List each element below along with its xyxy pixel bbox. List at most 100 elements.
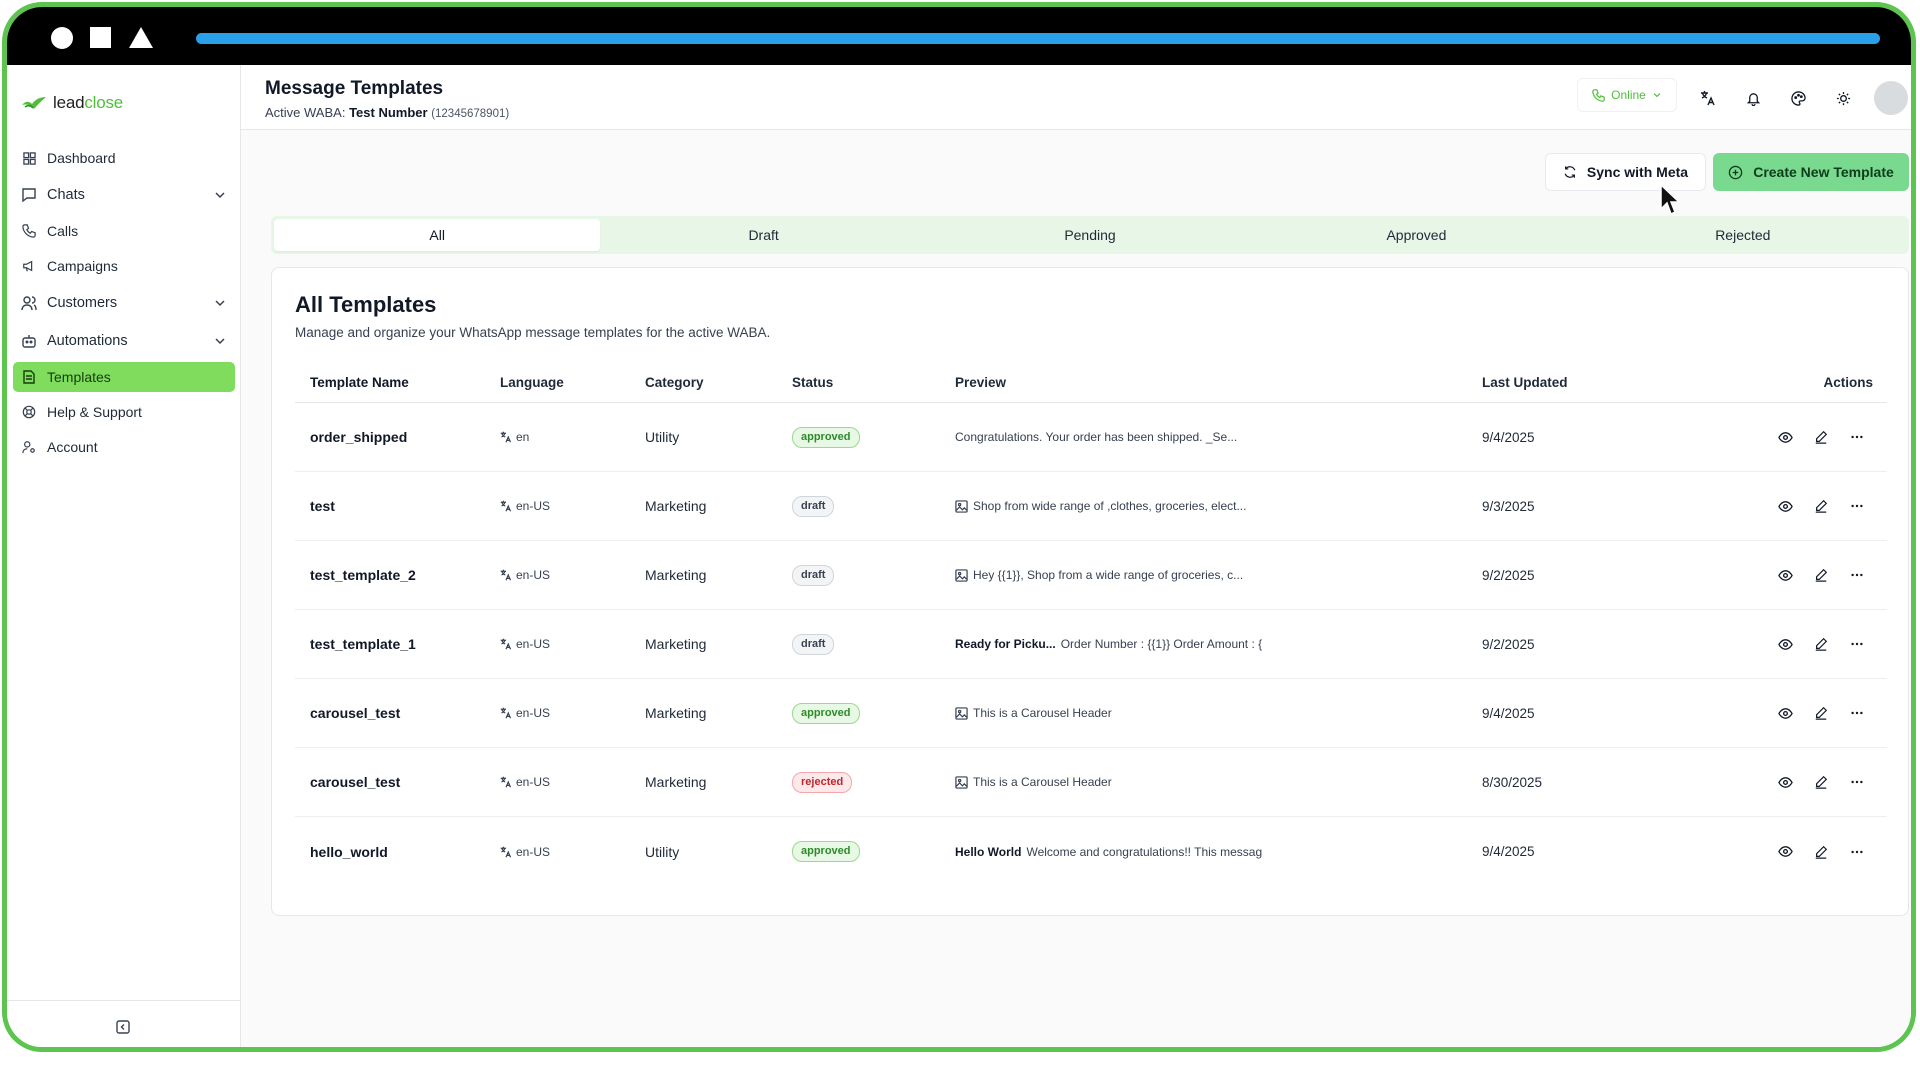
table-row[interactable]: carousel_test en-US Marketing rejected T… [295,748,1887,817]
waba-label: Active WABA: [265,105,346,120]
page-title: Message Templates [265,78,444,99]
template-category: Utility [645,843,680,860]
more-options-icon[interactable] [1849,567,1865,583]
tab-approved[interactable]: Approved [1253,219,1579,251]
status-badge: rejected [792,771,853,793]
eye-icon[interactable] [1777,705,1793,721]
status-badge: draft [792,564,835,586]
more-options-icon[interactable] [1849,774,1865,790]
sidebar: leadclose Dashboard Chats Calls Campaign… [7,65,241,1047]
edit-icon[interactable] [1813,567,1829,583]
table-row[interactable]: test_template_1 en-US Marketing draft Re… [295,610,1887,679]
edit-icon[interactable] [1813,429,1829,445]
template-category: Marketing [645,774,707,790]
chevron-down-icon[interactable] [213,188,227,202]
tab-draft[interactable]: Draft [600,219,926,251]
template-language: en [500,430,645,444]
table-row[interactable]: hello_world en-US Utility approved Hello… [295,817,1887,886]
eye-icon[interactable] [1777,567,1793,583]
collapse-sidebar-icon[interactable] [115,1019,131,1035]
tab-all[interactable]: All [274,219,601,251]
eye-icon[interactable] [1777,429,1793,445]
status-badge: approved [792,841,860,862]
content-area: Sync with Meta Create New Template All D… [241,130,1911,1047]
tab-pending[interactable]: Pending [927,219,1253,251]
preview-title: Hello World [955,844,1022,859]
more-options-icon[interactable] [1849,844,1865,860]
template-category: Marketing [645,636,707,652]
eye-icon[interactable] [1777,844,1793,860]
chevron-down-icon [1653,93,1661,98]
column-header: Status [792,375,834,390]
sidebar-item-label: Account [47,439,98,455]
preview-text: This is a Carousel Header [973,706,1112,720]
megaphone-icon [21,258,37,274]
more-options-icon[interactable] [1849,498,1865,514]
bell-icon[interactable] [1744,89,1762,107]
template-preview: This is a Carousel Header [955,706,1482,720]
chevron-down-icon[interactable] [213,334,227,348]
sidebar-item-chats[interactable]: Chats [13,178,235,211]
status-badge: approved [792,702,860,724]
template-name: carousel_test [310,774,401,790]
online-status-dropdown[interactable]: Online [1577,78,1677,112]
column-header: Last Updated [1482,375,1568,390]
template-language: en-US [500,775,645,789]
table-row[interactable]: order_shipped en Utility approved Congra… [295,403,1887,472]
card-subtitle: Manage and organize your WhatsApp messag… [295,325,771,340]
sidebar-item-label: Dashboard [47,150,116,166]
chevron-down-icon[interactable] [213,296,227,310]
more-options-icon[interactable] [1849,636,1865,652]
refresh-icon [1564,166,1576,178]
column-header: Template Name [310,375,409,390]
table-row[interactable]: test_template_2 en-US Marketing draft He… [295,541,1887,610]
status-cell: rejected [792,771,955,793]
create-label: Create New Template [1753,164,1894,180]
edit-icon[interactable] [1813,844,1829,860]
more-options-icon[interactable] [1849,705,1865,721]
edit-icon[interactable] [1813,636,1829,652]
sidebar-item-label: Automations [47,332,128,349]
translate-icon [500,707,512,719]
row-actions [1732,498,1887,514]
eye-icon[interactable] [1777,498,1793,514]
table-row[interactable]: test en-US Marketing draft Shop from wid… [295,472,1887,541]
brand-logo[interactable]: leadclose [21,93,123,113]
palette-icon[interactable] [1789,89,1807,107]
translate-icon[interactable] [1699,89,1717,107]
sidebar-item-help-support[interactable]: Help & Support [13,397,235,427]
language-code: en-US [516,706,551,720]
sidebar-item-customers[interactable]: Customers [13,286,235,319]
template-language: en-US [500,706,645,720]
preview-title: Ready for Picku... [955,637,1056,651]
preview-text: Order Number : {{1}} Order Amount : { [1060,637,1263,651]
sidebar-item-automations[interactable]: Automations [13,324,235,357]
table-header: Template Name Language Category Status P… [295,363,1887,403]
avatar[interactable] [1874,81,1908,115]
sidebar-item-templates[interactable]: Templates [13,362,235,392]
status-cell: draft [792,495,955,517]
eye-icon[interactable] [1777,774,1793,790]
edit-icon[interactable] [1813,705,1829,721]
sun-icon[interactable] [1834,89,1852,107]
sync-with-meta-button[interactable]: Sync with Meta [1545,153,1706,191]
template-name: test_template_2 [310,567,416,583]
translate-icon [500,776,512,788]
eye-icon[interactable] [1777,636,1793,652]
square-shape-icon [90,27,111,48]
table-row[interactable]: carousel_test en-US Marketing approved T… [295,679,1887,748]
sidebar-item-account[interactable]: Account [13,432,235,462]
language-code: en-US [516,844,551,859]
tab-rejected[interactable]: Rejected [1580,219,1906,251]
more-options-icon[interactable] [1849,429,1865,445]
sidebar-item-campaigns[interactable]: Campaigns [13,251,235,281]
sidebar-item-dashboard[interactable]: Dashboard [13,143,235,173]
template-preview: Hey {{1}}, Shop from a wide range of gro… [955,568,1482,582]
translate-icon [500,638,512,650]
preview-text: Hey {{1}}, Shop from a wide range of gro… [973,568,1244,582]
edit-icon[interactable] [1813,774,1829,790]
create-new-template-button[interactable]: Create New Template [1713,153,1909,191]
sidebar-item-calls[interactable]: Calls [13,216,235,246]
sidebar-item-label: Customers [47,294,118,311]
edit-icon[interactable] [1813,498,1829,514]
